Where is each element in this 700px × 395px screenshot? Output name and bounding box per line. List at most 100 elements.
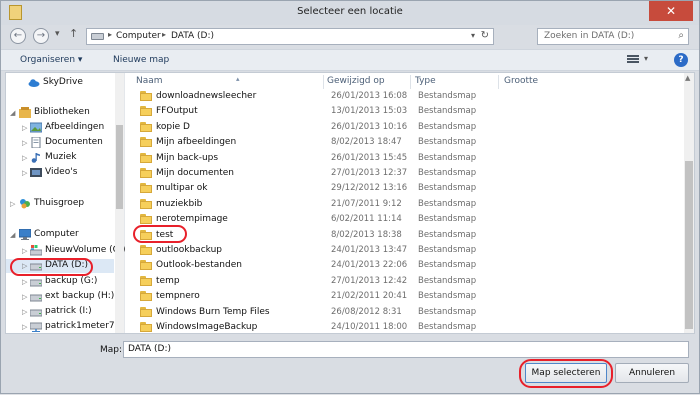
search-input[interactable]: Zoeken in DATA (D:) <box>544 31 634 41</box>
title-bar: Selecteer een locatie ✕ <box>1 1 699 25</box>
file-row[interactable]: muziekbib 21/07/2011 9:12 Bestandsmap <box>126 197 566 212</box>
collapsed-arrow-icon[interactable]: ▷ <box>22 278 27 286</box>
file-row[interactable]: Mijn documenten 27/01/2013 12:37 Bestandsm… <box>126 166 566 181</box>
collapsed-arrow-icon[interactable]: ▷ <box>22 154 27 162</box>
file-name: kopie D <box>156 121 190 132</box>
collapsed-arrow-icon[interactable]: ▷ <box>22 247 27 255</box>
file-name: FFOutput <box>156 106 198 117</box>
sidebar-item-drive-i[interactable]: ▷ patrick (I:) <box>6 305 114 319</box>
folder-icon <box>140 275 152 286</box>
view-options-icon[interactable] <box>627 54 639 65</box>
organize-menu-button[interactable]: Organiseren ▾ <box>20 55 82 65</box>
file-type: Bestandsmap <box>418 106 477 117</box>
breadcrumb-separator[interactable]: ▸ <box>162 30 166 39</box>
sidebar-scroll-thumb[interactable] <box>116 125 123 209</box>
file-modified: 26/01/2013 16:08 <box>331 91 408 101</box>
map-label: Map: <box>100 345 123 355</box>
file-row[interactable]: Mijn back-ups 26/01/2013 15:45 Bestandsmap <box>126 151 566 166</box>
video-icon <box>30 168 42 177</box>
expanded-arrow-icon[interactable]: ◢ <box>10 231 15 239</box>
sidebar-item-skydrive[interactable]: SkyDrive <box>6 76 114 90</box>
address-dropdown-icon[interactable]: ▾ <box>471 31 475 40</box>
file-list-scrollbar[interactable]: ▲ <box>684 73 694 333</box>
sidebar-item-documenten[interactable]: ▷ Documenten <box>6 136 114 150</box>
map-field[interactable]: DATA (D:) <box>123 341 689 358</box>
recent-dropdown-icon[interactable]: ▾ <box>55 29 60 39</box>
column-label: Naam <box>136 76 163 86</box>
breadcrumb-separator[interactable]: ▸ <box>108 30 112 39</box>
column-header-type[interactable]: Type <box>415 76 436 86</box>
file-list-scroll-thumb[interactable] <box>685 161 693 329</box>
sidebar-item-muziek[interactable]: ▷ Muziek <box>6 151 114 165</box>
file-row[interactable]: Outlook-bestanden 24/01/2013 22:06 Bestand… <box>126 258 566 273</box>
breadcrumb-data-drive[interactable]: DATA (D:) <box>171 31 214 41</box>
collapsed-arrow-icon[interactable]: ▷ <box>22 124 27 132</box>
search-icon[interactable]: ⌕ <box>678 30 684 41</box>
sidebar-item-homegroup[interactable]: ▷ Thuisgroep <box>6 197 114 211</box>
sidebar-item-label: Computer <box>34 229 79 239</box>
expanded-arrow-icon[interactable]: ◢ <box>10 109 15 117</box>
file-row[interactable]: outlookbackup 24/01/2013 13:47 Bestandsmap <box>126 243 566 258</box>
sidebar-item-videos[interactable]: ▷ Video's <box>6 166 114 180</box>
column-divider[interactable] <box>498 75 499 89</box>
sidebar-item-network-drive[interactable]: ▷ patrick1meter72( <box>6 320 114 334</box>
sidebar-item-drive-h[interactable]: ▷ ext backup (H:) <box>6 290 114 304</box>
file-row[interactable]: FFOutput 13/01/2013 15:03 Bestandsmap <box>126 104 566 119</box>
sidebar-item-label: Afbeeldingen <box>45 122 105 132</box>
file-row[interactable]: WindowsImageBackup 24/10/2011 18:00 Bestan… <box>126 320 566 335</box>
file-row[interactable]: Windows Burn Temp Files 26/08/2012 8:31 Be… <box>126 305 566 320</box>
collapsed-arrow-icon[interactable]: ▷ <box>10 200 15 208</box>
scroll-up-icon[interactable]: ▲ <box>685 74 690 82</box>
file-row[interactable]: Mijn afbeeldingen 8/02/2013 18:47 Bestands… <box>126 135 566 150</box>
close-button[interactable]: ✕ <box>649 1 693 21</box>
file-row[interactable]: tempnero 21/02/2011 20:41 Bestandsmap <box>126 289 566 304</box>
file-modified: 26/08/2012 8:31 <box>331 306 402 317</box>
folder-icon <box>140 137 152 148</box>
file-row[interactable]: temp 27/01/2013 12:42 Bestandsmap <box>126 274 566 289</box>
column-header-modified[interactable]: Gewijzigd op <box>327 76 385 86</box>
help-icon[interactable]: ? <box>674 53 688 67</box>
sidebar-scrollbar[interactable] <box>115 73 124 333</box>
file-type: Bestandsmap <box>418 275 477 286</box>
file-row[interactable]: kopie D 26/01/2013 10:16 Bestandsmap <box>126 120 566 135</box>
address-bar[interactable]: ▸ Computer ▸ DATA (D:) ▾ ↻ <box>86 28 494 45</box>
new-folder-button[interactable]: Nieuwe map <box>113 55 169 65</box>
back-button[interactable]: ← <box>10 28 26 44</box>
sidebar-item-libraries[interactable]: ◢ Bibliotheken <box>6 106 114 120</box>
file-row[interactable]: multipar ok 29/12/2012 13:16 Bestandsmap <box>126 181 566 196</box>
folder-icon <box>140 91 152 101</box>
sidebar-item-label: backup (G:) <box>45 276 98 286</box>
up-button[interactable]: ↑ <box>69 27 78 40</box>
view-dropdown-icon[interactable]: ▾ <box>644 54 648 63</box>
collapsed-arrow-icon[interactable]: ▷ <box>22 308 27 316</box>
file-row[interactable]: test 8/02/2013 18:38 Bestandsmap <box>126 228 566 243</box>
folder-icon <box>140 106 152 117</box>
collapsed-arrow-icon[interactable]: ▷ <box>22 323 27 331</box>
file-type: Bestandsmap <box>418 214 477 225</box>
file-type: Bestandsmap <box>418 121 477 132</box>
file-row[interactable]: downloadnewsleecher 26/01/2013 16:08 Besta… <box>126 89 566 104</box>
file-type: Bestandsmap <box>418 245 477 255</box>
column-header-size[interactable]: Grootte <box>504 76 538 86</box>
column-header-name[interactable]: Naam ▴ <box>136 75 240 86</box>
refresh-icon[interactable]: ↻ <box>481 30 489 41</box>
column-divider[interactable] <box>410 75 411 89</box>
column-divider[interactable] <box>323 75 324 89</box>
cancel-button[interactable]: Annuleren <box>615 363 689 383</box>
file-type: Bestandsmap <box>418 229 477 240</box>
sidebar-item-drive-c[interactable]: ▷ NieuwVolume (C:) <box>6 244 126 258</box>
sidebar-item-label: NieuwVolume (C:) <box>45 245 126 255</box>
sidebar-item-drive-g[interactable]: ▷ backup (G:) <box>6 275 114 289</box>
sidebar-item-computer[interactable]: ◢ Computer <box>6 228 114 242</box>
search-box[interactable]: Zoeken in DATA (D:) ⌕ <box>537 28 689 45</box>
collapsed-arrow-icon[interactable]: ▷ <box>22 139 27 147</box>
collapsed-arrow-icon[interactable]: ▷ <box>22 293 27 301</box>
breadcrumb-computer[interactable]: Computer <box>116 31 161 41</box>
file-row[interactable]: nerotempimage 6/02/2011 11:14 Bestandsmap <box>126 212 566 227</box>
collapsed-arrow-icon[interactable]: ▷ <box>22 169 27 177</box>
cloud-icon <box>28 79 40 87</box>
sidebar-item-afbeeldingen[interactable]: ▷ Afbeeldingen <box>6 121 114 135</box>
sort-ascending-icon: ▴ <box>236 75 240 83</box>
forward-button[interactable]: → <box>33 28 49 44</box>
library-icon <box>19 107 31 118</box>
